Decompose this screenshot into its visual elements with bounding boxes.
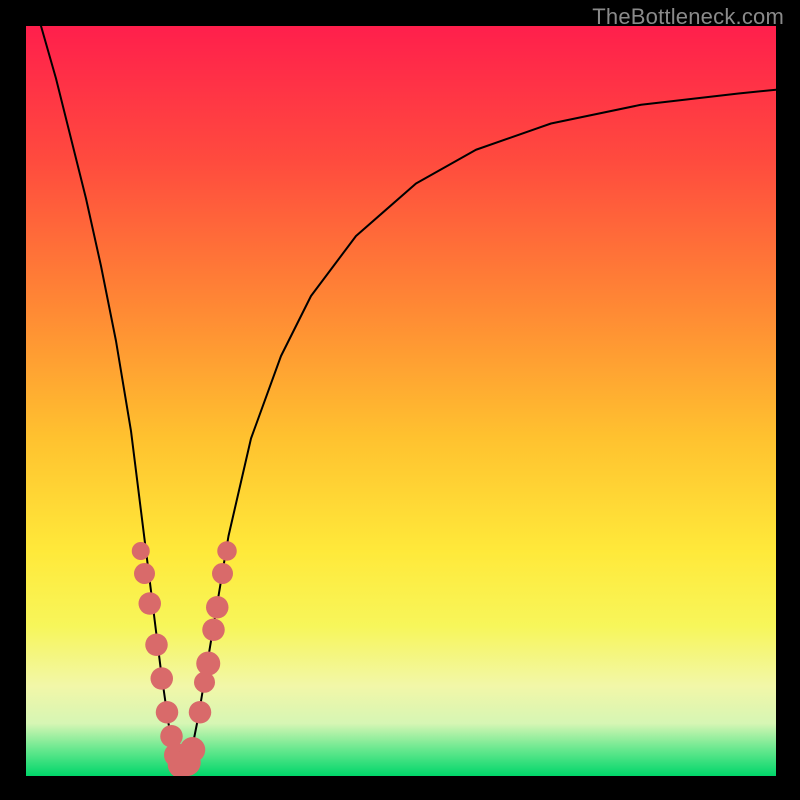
marker-dot [180,737,206,763]
curve-markers [132,541,237,776]
marker-dot [217,541,237,560]
marker-dot [145,634,168,657]
plot-area [26,26,776,776]
marker-dot [212,563,233,584]
marker-dot [206,596,229,619]
outer-frame: TheBottleneck.com [0,0,800,800]
marker-dot [202,619,225,642]
marker-dot [151,667,174,690]
marker-dot [132,542,150,560]
marker-dot [189,701,212,724]
marker-dot [139,592,162,615]
marker-dot [134,563,155,584]
marker-dot [196,652,220,676]
marker-dot [156,701,179,724]
bottleneck-curve [41,26,776,769]
curve-layer [26,26,776,776]
